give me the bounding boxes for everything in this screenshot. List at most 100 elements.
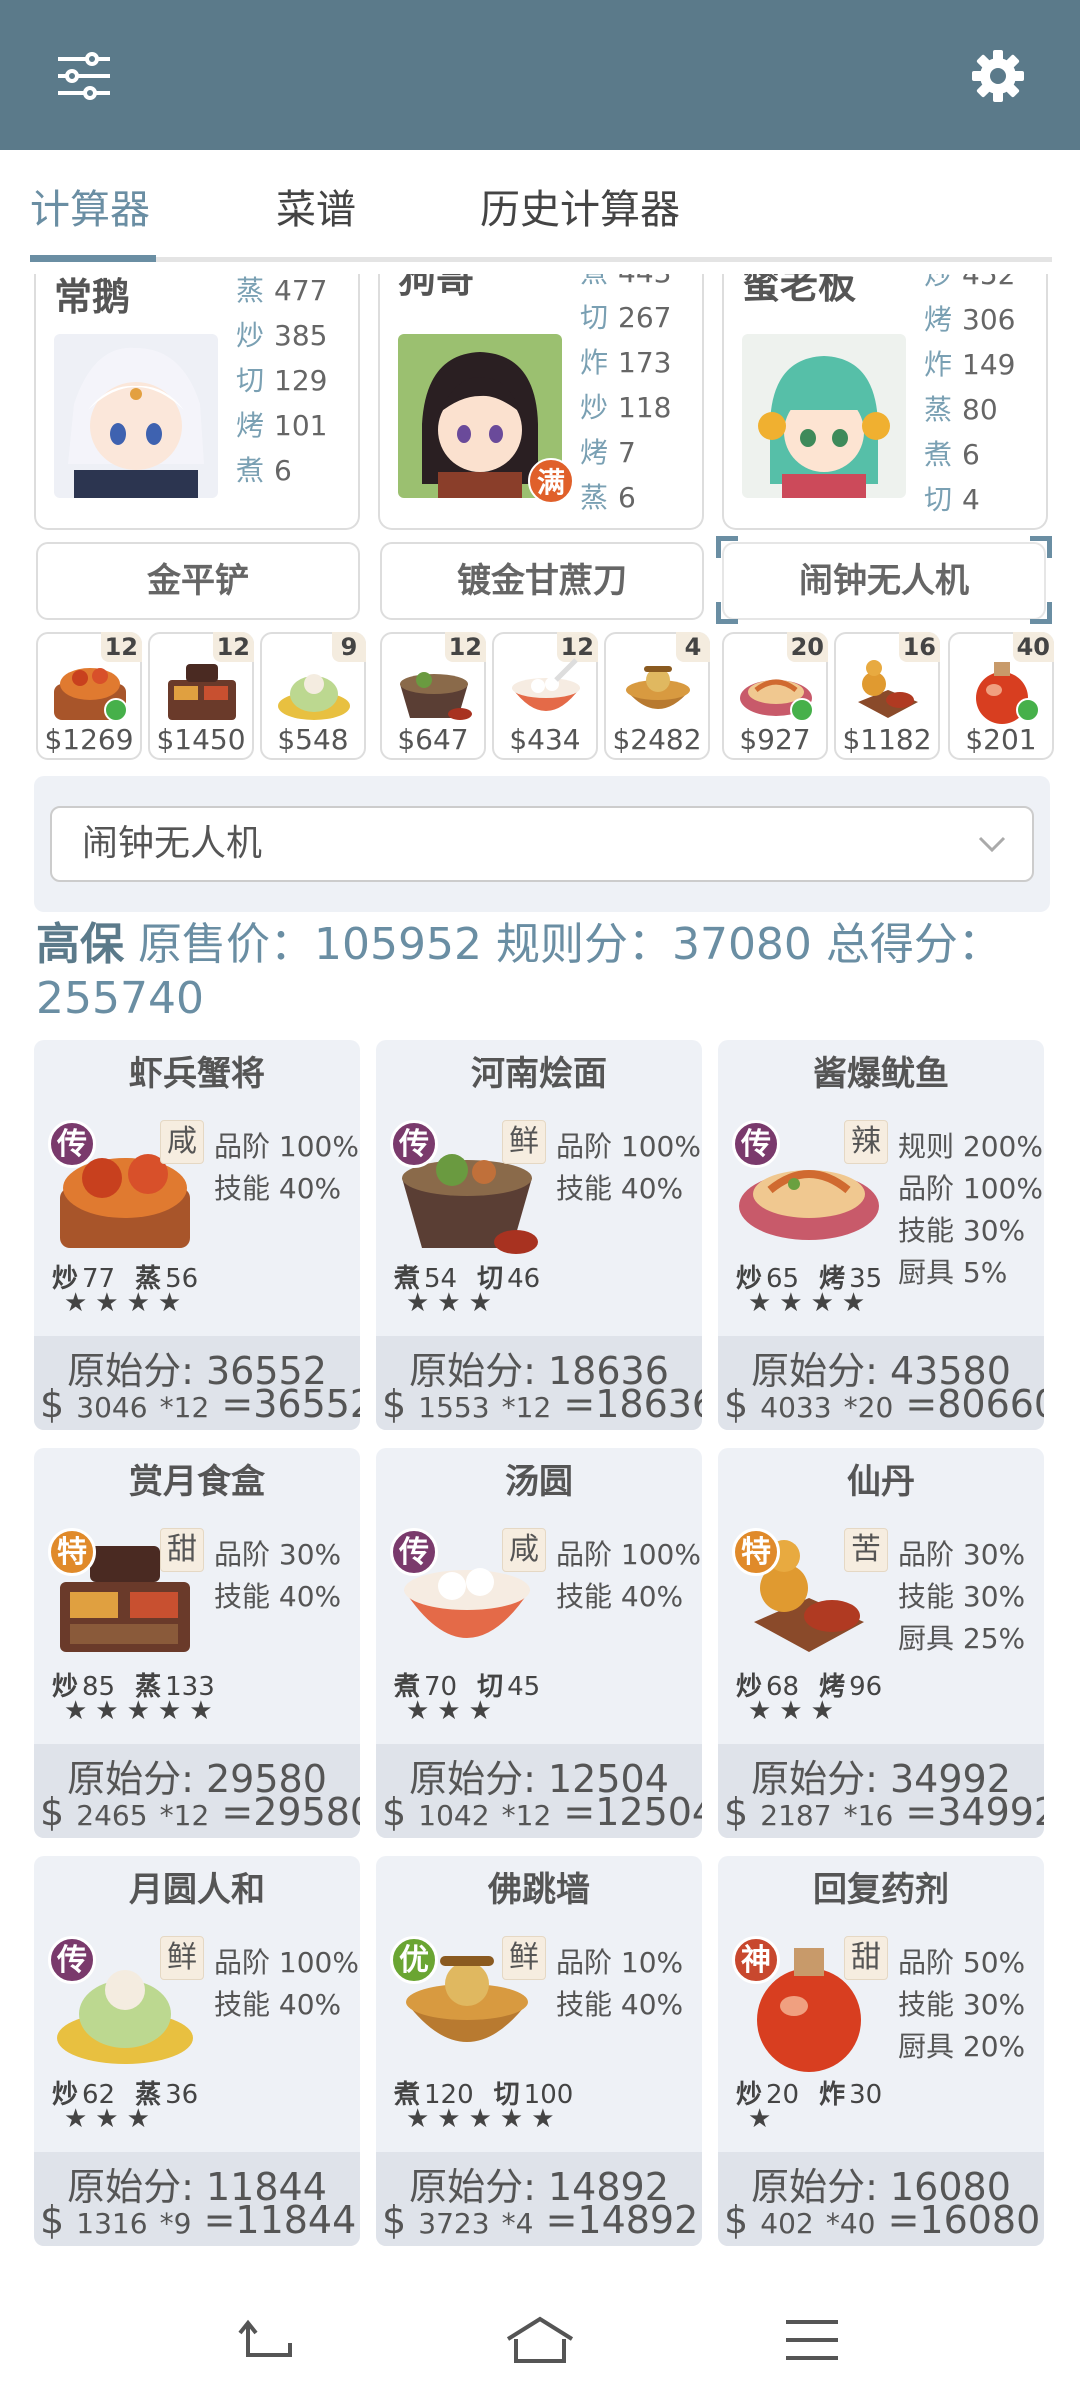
bonus-line: 技能 40% (556, 1580, 684, 1613)
score-summary: 高保 原售价：105952 规则分：37080 总得分：255740 (36, 918, 1046, 1026)
skill-row: 切 267 (580, 301, 672, 334)
dish-image (278, 674, 350, 720)
bonus-line: 品阶 100% (556, 1130, 701, 1163)
bonus-line: 技能 40% (556, 1172, 684, 1205)
recipe-title: 回复药剂 (813, 1870, 949, 1910)
dish-image (626, 666, 690, 709)
sliders-icon[interactable] (44, 36, 124, 116)
chef-card[interactable]: 狗哥 满 煮443 切267 炸173 炒118 烤7 蒸6 (378, 274, 704, 530)
dish-image (400, 672, 472, 720)
dish-slot[interactable]: 12 $1450 (148, 632, 254, 760)
dish-price: $1182 (842, 723, 932, 756)
recipe-card[interactable]: 汤圆传咸品阶 100% 技能 40% 煮 70 切 45 ★★★ 原始分: 12504 $ 10… (376, 1448, 702, 1838)
score-box: 原始分: 14892 $ 3723 *4 =14892 (376, 2152, 702, 2246)
star-rating: ★★★★★ (406, 2104, 563, 2134)
home-icon[interactable] (500, 2300, 580, 2380)
equipment-button[interactable]: 金平铲 (36, 542, 360, 620)
chef-skills: 炒 452 烤 306 炸 149 蒸 80 煮6 切4 (924, 274, 1044, 522)
tab-indicator (30, 255, 156, 262)
recipe-card[interactable]: 回复药剂神甜品阶 50% 技能 30% 厨具 20% 炒 20 炸 30 ★ 原始分: 1608… (718, 1856, 1044, 2246)
score-box: 原始分: 16080 $ 402 *40 =16080 (718, 2152, 1044, 2246)
gear-icon[interactable] (958, 36, 1038, 116)
dish-slot[interactable]: 12 $434 (492, 632, 598, 760)
bonus-line: 品阶 100% (556, 1538, 701, 1571)
dish-price: $2482 (612, 723, 702, 756)
recipe-card[interactable]: 河南烩面传鲜品阶 100% 技能 40% 煮 54 切 46 ★★★ 原始分: 18636 $ … (376, 1040, 702, 1430)
recipe-card[interactable]: 月圆人和传鲜品阶 100% 技能 40% 炒 62 蒸 36 ★★★ 原始分: 11844 $ … (34, 1856, 360, 2246)
chef-card[interactable]: 常鹅 蒸 477 炒 385 切 129 烤 101 煮6 (34, 274, 360, 530)
taste-tag: 鲜 (502, 1936, 546, 1980)
skill-row: 炒 118 (580, 391, 672, 424)
taste-tag: 辣 (844, 1120, 888, 1164)
taste-tag: 甜 (160, 1528, 204, 1572)
equipment-label: 闹钟无人机 (799, 561, 969, 601)
recipe-card[interactable]: 仙丹特苦品阶 30% 技能 30% 厨具 25% 炒 68 烤 96 ★★★ 原始分: 3499… (718, 1448, 1044, 1838)
bonus-line: 技能 30% (898, 1214, 1026, 1247)
dish-image (512, 658, 580, 711)
dish-price: $927 (739, 723, 811, 756)
recipe-card[interactable]: 酱爆鱿鱼传辣规则 200% 品阶 100% 技能 30% 厨具 5% 炒 65 烤 35 ★★★… (718, 1040, 1044, 1430)
price-calc: $ 2187 *16 =34992 (724, 1790, 1044, 1834)
rarity-badge: 优 (390, 1936, 438, 1984)
rarity-badge: 特 (732, 1528, 780, 1576)
tab-history[interactable]: 历史计算器 (480, 180, 680, 240)
star-rating: ★★★ (64, 2104, 158, 2134)
skill-row: 烤 101 (236, 409, 328, 442)
selection-corner (716, 536, 738, 558)
recipe-card[interactable]: 佛跳墙优鲜品阶 10% 技能 40% 煮 120 切 100 ★★★★★ 原始分: 14892… (376, 1856, 702, 2246)
selection-corner (716, 602, 738, 624)
taste-tag: 鲜 (160, 1936, 204, 1980)
dish-price: $1450 (156, 723, 246, 756)
recipe-title: 佛跳墙 (488, 1870, 590, 1910)
bonus-line: 技能 40% (214, 1172, 342, 1205)
recipe-title: 河南烩面 (471, 1054, 607, 1094)
bonus-list: 品阶 50% 技能 30% 厨具 20% (898, 1942, 1044, 2068)
chef-avatar (742, 334, 906, 498)
rarity-badge: 特 (48, 1528, 96, 1576)
bonus-line: 品阶 100% (214, 1130, 359, 1163)
chef-name: 狗哥 (398, 274, 475, 301)
summary-text: 原售价：105952 规则分：37080 总得分：255740 (36, 919, 1002, 1024)
bonus-line: 技能 30% (898, 1580, 1026, 1613)
recipe-title: 赏月食盒 (129, 1462, 265, 1502)
dish-price: $434 (509, 723, 581, 756)
dish-slot[interactable]: 16 $1182 (834, 632, 940, 760)
dish-slot[interactable]: 20 $927 (722, 632, 828, 760)
tab-calculator[interactable]: 计算器 (30, 180, 150, 240)
bonus-list: 品阶 30% 技能 40% (214, 1534, 360, 1618)
back-icon[interactable] (228, 2300, 308, 2380)
bonus-line: 厨具 25% (898, 1622, 1026, 1655)
dish-slot[interactable]: 4 $2482 (604, 632, 710, 760)
star-rating: ★★★★ (748, 1288, 874, 1318)
score-box: 原始分: 36552 $ 3046 *12 =36552 (34, 1336, 360, 1430)
score-box: 原始分: 18636 $ 1553 *12 =18636 (376, 1336, 702, 1430)
skill-row: 切 129 (236, 364, 328, 397)
equipment-button-selected[interactable]: 闹钟无人机 (722, 542, 1046, 620)
recipe-card[interactable]: 虾兵蟹将传咸品阶 100% 技能 40% 炒 77 蒸 56 ★★★★ 原始分: 36552 $… (34, 1040, 360, 1430)
tab-divider (30, 257, 1052, 262)
system-nav-bar (0, 2280, 1080, 2400)
menu-icon[interactable] (772, 2300, 852, 2380)
tab-recipes[interactable]: 菜谱 (276, 180, 356, 240)
chef-skills: 蒸 477 炒 385 切 129 烤 101 煮6 (236, 274, 356, 493)
chef-avatar (54, 334, 218, 498)
bonus-list: 品阶 100% 技能 40% (214, 1126, 360, 1210)
recipe-card[interactable]: 赏月食盒特甜品阶 30% 技能 40% 炒 85 蒸 133 ★★★★★ 原始分: 29580… (34, 1448, 360, 1838)
recipe-title: 汤圆 (505, 1462, 573, 1502)
chef-card[interactable]: 蜜老板 炒 452 烤 306 炸 149 蒸 80 煮6 切4 (722, 274, 1048, 530)
dish-slot[interactable]: 40 $201 (948, 632, 1054, 760)
star-rating: ★★★★ (64, 1288, 190, 1318)
dish-slot[interactable]: 9 $548 (260, 632, 366, 760)
skill-row: 炒 385 (236, 319, 328, 352)
skill-row: 煮6 (236, 454, 292, 487)
dish-slot[interactable]: 12 $647 (380, 632, 486, 760)
recipe-title: 酱爆鱿鱼 (813, 1054, 949, 1094)
skill-row: 炸 173 (580, 346, 672, 379)
bonus-line: 厨具 20% (898, 2030, 1026, 2063)
equipment-select[interactable]: 闹钟无人机 (50, 806, 1034, 882)
check-icon (104, 698, 128, 722)
max-badge: 满 (528, 458, 574, 504)
dish-slot[interactable]: 12 $1269 (36, 632, 142, 760)
equipment-button[interactable]: 镀金甘蔗刀 (380, 542, 704, 620)
bonus-list: 品阶 30% 技能 30% 厨具 25% (898, 1534, 1044, 1660)
